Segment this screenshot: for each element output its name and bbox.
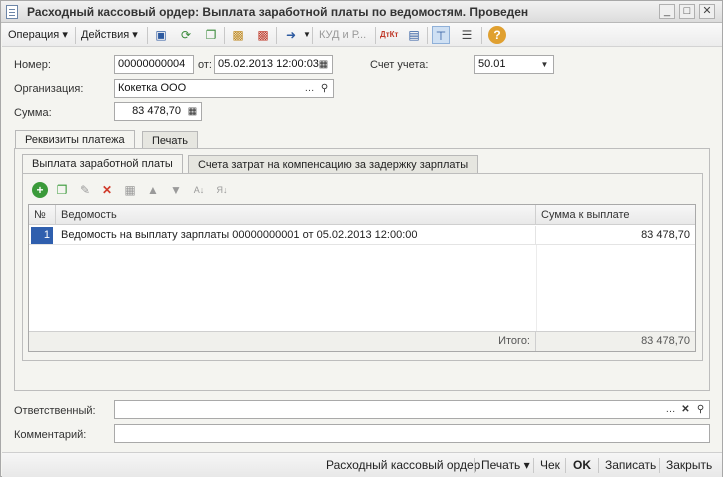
select-ellipsis-icon[interactable]: … bbox=[663, 402, 678, 417]
account-label: Счет учета: bbox=[370, 59, 429, 71]
sum-field[interactable]: 83 478,70 ▦ bbox=[114, 102, 202, 121]
command-separator bbox=[565, 458, 566, 473]
sum-value: 83 478,70 bbox=[132, 105, 181, 117]
toolbar-separator bbox=[75, 27, 76, 44]
close-button[interactable]: Закрыть bbox=[666, 458, 712, 472]
receipt-button[interactable]: Чек bbox=[540, 458, 560, 472]
command-bar: Расходный кассовый ордер Печать ▾ Чек OK… bbox=[2, 452, 722, 477]
account-field[interactable]: 50.01 ▼ bbox=[474, 55, 554, 74]
copy-document-icon[interactable]: ❐ bbox=[202, 26, 220, 44]
select-ellipsis-icon[interactable]: … bbox=[302, 81, 317, 96]
sum-label: Сумма: bbox=[14, 107, 52, 119]
account-value: 50.01 bbox=[478, 58, 506, 70]
cash-order-print-button[interactable]: Расходный кассовый ордер bbox=[326, 458, 480, 472]
tab-salary-payment[interactable]: Выплата заработной платы bbox=[22, 154, 183, 173]
toolbar-separator bbox=[312, 27, 313, 44]
row-statement[interactable]: Ведомость на выплату зарплаты 0000000000… bbox=[56, 226, 536, 245]
toolbar-separator bbox=[427, 27, 428, 44]
row-number[interactable]: 1 bbox=[31, 227, 53, 244]
window-title: Расходный кассовый ордер: Выплата зарабо… bbox=[27, 5, 529, 19]
command-separator bbox=[598, 458, 599, 473]
date-label: от: bbox=[198, 59, 212, 71]
search-icon[interactable]: ⚲ bbox=[317, 81, 332, 96]
date-value: 05.02.2013 12:00:03 bbox=[218, 58, 319, 70]
delete-row-icon[interactable]: ✕ bbox=[99, 182, 115, 198]
document-icon bbox=[6, 5, 18, 19]
command-separator bbox=[474, 458, 475, 473]
sort-ascending-icon[interactable]: A↓ bbox=[191, 182, 207, 198]
number-field[interactable]: 00000000004 bbox=[114, 55, 194, 74]
responsible-label: Ответственный: bbox=[14, 405, 96, 417]
maximize-button[interactable]: □ bbox=[679, 4, 695, 19]
row-amount[interactable]: 83 478,70 bbox=[536, 226, 695, 245]
calendar-icon[interactable]: ▦ bbox=[316, 57, 331, 72]
help-icon[interactable]: ? bbox=[488, 26, 506, 44]
toolbar-separator bbox=[276, 27, 277, 44]
save-button[interactable]: Записать bbox=[605, 458, 656, 472]
tab-compensation-accounts[interactable]: Счета затрат на компенсацию за задержку … bbox=[188, 155, 479, 173]
toolbar: Операция ▾ Действия ▾ ▣ ⟳ ❐ ▩ ▩ ➜ ▼ КУД … bbox=[2, 23, 722, 47]
sort-descending-icon[interactable]: Я↓ bbox=[214, 182, 230, 198]
post-document-icon[interactable]: ▣ bbox=[152, 26, 170, 44]
command-separator bbox=[533, 458, 534, 473]
organization-label: Организация: bbox=[14, 83, 84, 95]
structure-icon[interactable]: ⊤ bbox=[432, 26, 450, 44]
statements-table: № Ведомость Сумма к выплате 1 Ведомость … bbox=[28, 204, 696, 352]
minimize-button[interactable]: _ bbox=[659, 4, 675, 19]
column-divider bbox=[536, 245, 537, 331]
actions-menu[interactable]: Действия ▾ bbox=[81, 27, 138, 44]
organization-value: Кокетка ООО bbox=[118, 82, 187, 94]
journal-icon[interactable]: ▤ bbox=[405, 26, 423, 44]
column-header-number[interactable]: № bbox=[29, 205, 56, 225]
organization-field[interactable]: Кокетка ООО … ⚲ bbox=[114, 79, 334, 98]
responsible-field[interactable]: … ✕ ⚲ bbox=[114, 400, 710, 419]
end-edit-icon[interactable]: ▦ bbox=[122, 182, 138, 198]
edit-row-icon[interactable]: ✎ bbox=[77, 182, 93, 198]
comment-label: Комментарий: bbox=[14, 429, 87, 441]
close-window-button[interactable]: ✕ bbox=[699, 4, 715, 19]
move-down-icon[interactable]: ▼ bbox=[168, 182, 184, 198]
tab-print[interactable]: Печать bbox=[142, 131, 199, 148]
ok-button[interactable]: OK bbox=[573, 458, 591, 472]
command-separator bbox=[659, 458, 660, 473]
document-window: Расходный кассовый ордер: Выплата зарабо… bbox=[0, 0, 723, 477]
column-header-amount[interactable]: Сумма к выплате bbox=[536, 205, 695, 225]
list-settings-icon[interactable]: ☰ bbox=[458, 26, 476, 44]
tab-payment-details[interactable]: Реквизиты платежа bbox=[15, 130, 135, 149]
add-row-icon[interactable]: + bbox=[32, 182, 48, 198]
total-label: Итого: bbox=[56, 332, 536, 351]
chevron-down-icon[interactable]: ▼ bbox=[298, 26, 316, 44]
search-icon[interactable]: ⚲ bbox=[693, 402, 708, 417]
toolbar-separator bbox=[481, 27, 482, 44]
toolbar-separator bbox=[375, 27, 376, 44]
move-up-icon[interactable]: ▲ bbox=[145, 182, 161, 198]
dt-kt-icon[interactable]: ДтКт bbox=[380, 26, 398, 44]
post-icon[interactable]: ▩ bbox=[229, 26, 247, 44]
chevron-down-icon[interactable]: ▼ bbox=[537, 57, 552, 72]
print-menu-button[interactable]: Печать ▾ bbox=[481, 458, 530, 472]
column-header-statement[interactable]: Ведомость bbox=[56, 205, 536, 225]
calculator-icon[interactable]: ▦ bbox=[185, 104, 200, 119]
total-value: 83 478,70 bbox=[641, 335, 690, 347]
toolbar-separator bbox=[224, 27, 225, 44]
refresh-icon[interactable]: ⟳ bbox=[177, 26, 195, 44]
title-bar: Расходный кассовый ордер: Выплата зарабо… bbox=[1, 1, 722, 23]
toolbar-separator bbox=[147, 27, 148, 44]
unpost-icon[interactable]: ▩ bbox=[254, 26, 272, 44]
operation-menu[interactable]: Операция ▾ bbox=[8, 27, 68, 44]
copy-row-icon[interactable]: ❐ bbox=[54, 182, 70, 198]
table-row[interactable]: 1 Ведомость на выплату зарплаты 00000000… bbox=[29, 226, 695, 245]
date-field[interactable]: 05.02.2013 12:00:03 ▦ bbox=[214, 55, 333, 74]
clear-icon[interactable]: ✕ bbox=[678, 402, 693, 417]
table-footer: Итого: 83 478,70 bbox=[29, 331, 695, 351]
kudir-button[interactable]: КУД и Р... bbox=[319, 27, 366, 44]
number-label: Номер: bbox=[14, 59, 51, 71]
comment-field[interactable] bbox=[114, 424, 710, 443]
